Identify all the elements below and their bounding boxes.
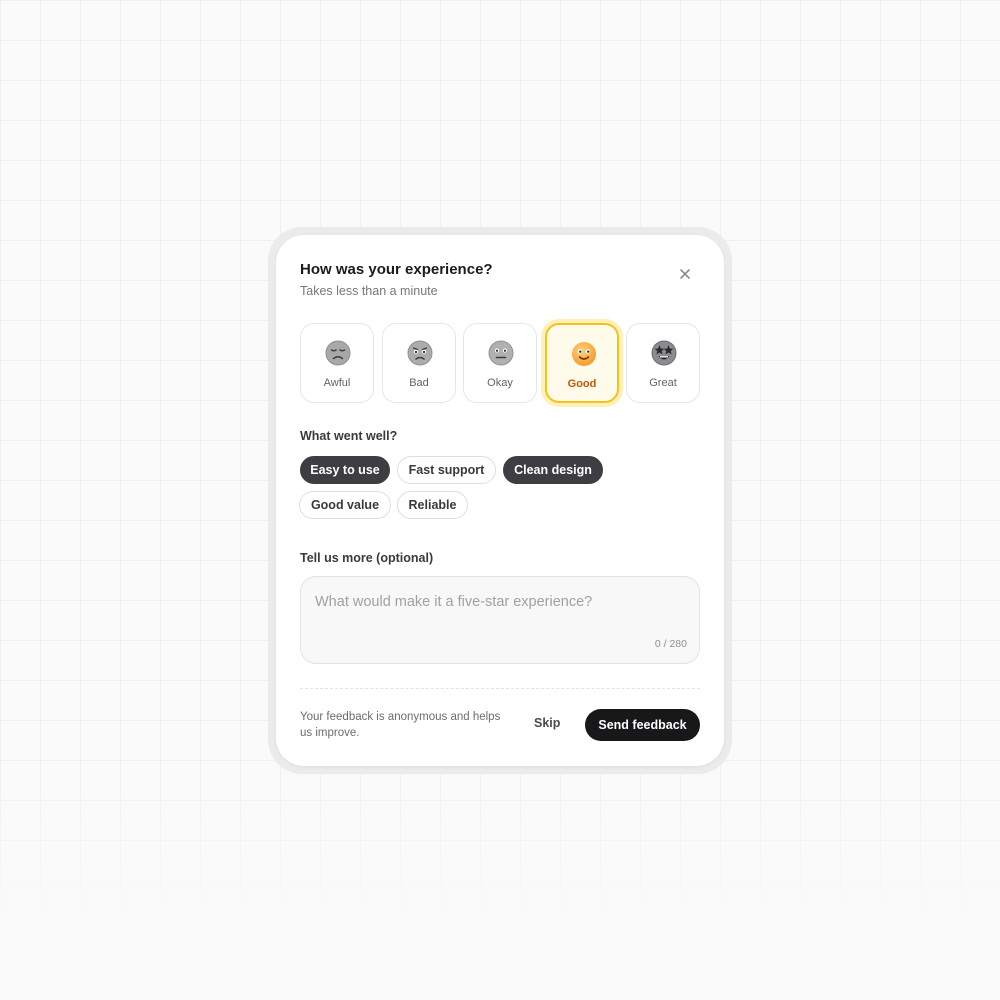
chip-fast-support[interactable]: Fast support xyxy=(397,456,496,484)
okay-face-icon xyxy=(488,340,514,366)
chip-easy-to-use[interactable]: Easy to use xyxy=(300,456,390,484)
rating-option-good[interactable]: Good xyxy=(545,323,619,403)
bad-face-icon xyxy=(407,340,433,366)
rating-option-great[interactable]: Great xyxy=(626,323,700,403)
awful-face-icon xyxy=(325,340,351,366)
skip-button[interactable]: Skip xyxy=(534,716,560,730)
rating-label: Bad xyxy=(409,377,429,389)
rating-option-okay[interactable]: Okay xyxy=(463,323,537,403)
rating-group: Awful Bad Okay Good Great xyxy=(300,323,700,403)
rating-label: Okay xyxy=(487,377,513,389)
divider xyxy=(300,688,700,689)
rating-option-bad[interactable]: Bad xyxy=(382,323,456,403)
chip-good-value[interactable]: Good value xyxy=(299,491,391,519)
tell-us-more-label: Tell us more (optional) xyxy=(300,551,434,565)
good-face-icon xyxy=(572,342,596,366)
feedback-dialog: How was your experience? Takes less than… xyxy=(276,235,724,766)
anonymity-note: Your feedback is anonymous and helps us … xyxy=(300,711,501,739)
chip-clean-design[interactable]: Clean design xyxy=(503,456,603,484)
rating-label: Great xyxy=(649,377,677,389)
feedback-textarea[interactable]: What would make it a five-star experienc… xyxy=(300,576,700,664)
send-feedback-button[interactable]: Send feedback xyxy=(585,709,700,741)
chip-reliable[interactable]: Reliable xyxy=(397,491,468,519)
textarea-placeholder: What would make it a five-star experienc… xyxy=(315,594,593,610)
rating-label: Good xyxy=(567,378,597,390)
close-icon xyxy=(680,269,690,279)
rating-option-awful[interactable]: Awful xyxy=(300,323,374,403)
character-counter: 0 / 280 xyxy=(654,638,687,650)
great-face-icon xyxy=(651,340,677,366)
what-went-well-label: What went well? xyxy=(300,429,398,443)
dialog-subtitle: Takes less than a minute xyxy=(300,284,438,298)
dialog-title: How was your experience? xyxy=(300,261,493,278)
close-button[interactable] xyxy=(674,263,696,285)
rating-label: Awful xyxy=(323,377,351,389)
